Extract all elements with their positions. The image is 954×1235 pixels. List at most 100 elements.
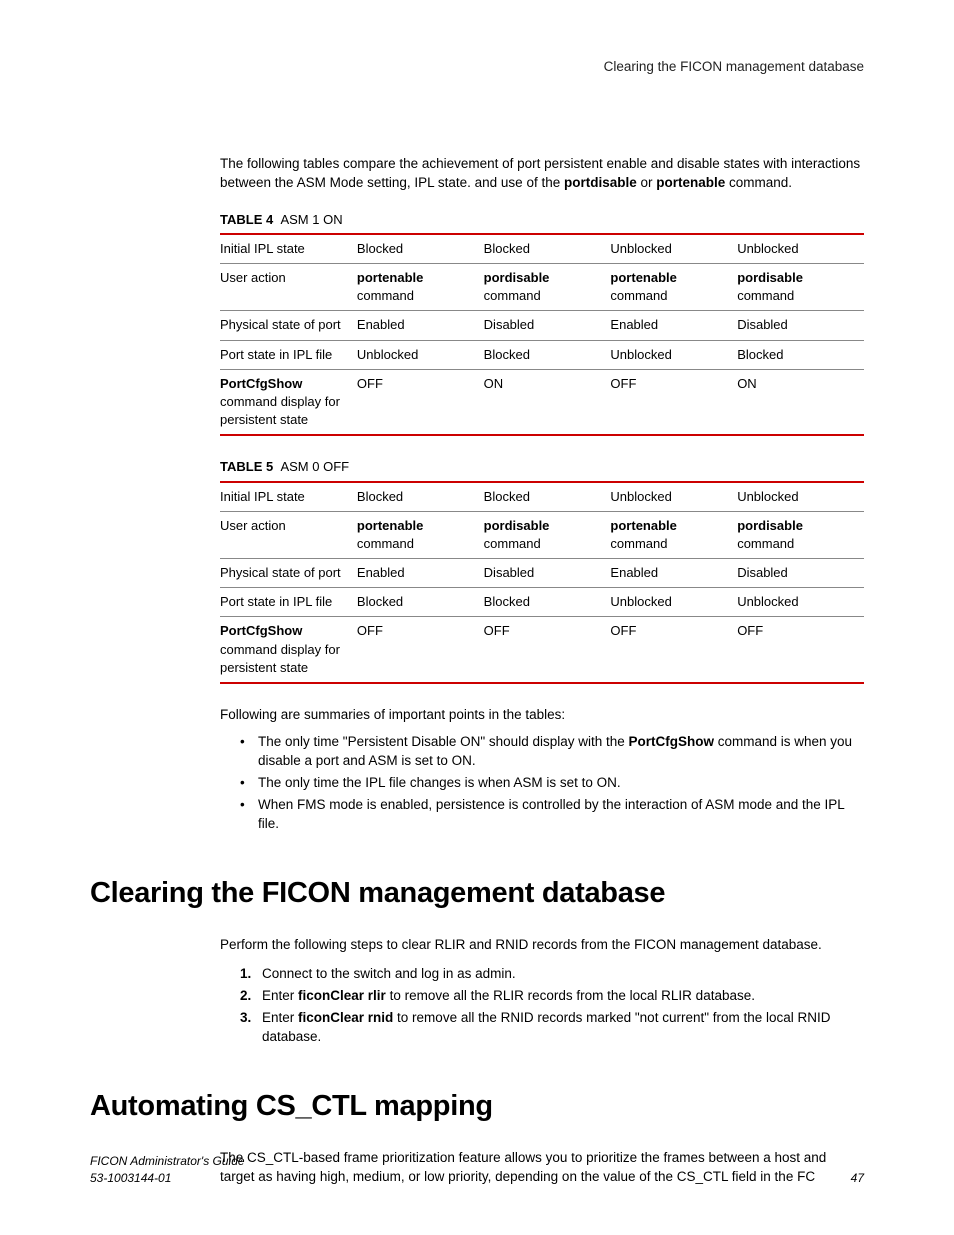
page-footer: FICON Administrator's Guide 53-1003144-0… xyxy=(90,1153,864,1187)
cell: Blocked xyxy=(484,340,611,369)
row-label: Physical state of port xyxy=(220,559,357,588)
cell-sub: command xyxy=(357,288,414,303)
cell: Blocked xyxy=(357,482,484,512)
list-item: Connect to the switch and log in as admi… xyxy=(240,965,864,984)
table-row: Initial IPL state Blocked Blocked Unbloc… xyxy=(220,234,864,264)
cell-sub: command xyxy=(484,288,541,303)
cell: OFF xyxy=(357,617,484,683)
cell-sub: command xyxy=(357,536,414,551)
table-row: User action portenable command pordisable… xyxy=(220,264,864,311)
cell-bold: portenable xyxy=(610,270,676,285)
table5: Initial IPL state Blocked Blocked Unbloc… xyxy=(220,481,864,685)
cell: ON xyxy=(737,369,864,435)
summary-lead: Following are summaries of important poi… xyxy=(220,706,864,725)
row-label-sub: command display for persistent state xyxy=(220,394,340,427)
intro-cmd-portenable: portenable xyxy=(656,175,725,190)
cell: portenable command xyxy=(610,511,737,558)
cell-bold: portenable xyxy=(610,518,676,533)
cell: Blocked xyxy=(357,234,484,264)
row-label: User action xyxy=(220,264,357,311)
list-item: The only time "Persistent Disable ON" sh… xyxy=(240,733,864,771)
row-label-sub: command display for persistent state xyxy=(220,642,340,675)
cell: Disabled xyxy=(484,559,611,588)
text-bold: PortCfgShow xyxy=(629,734,715,749)
cell: Disabled xyxy=(484,311,611,340)
cell-sub: command xyxy=(737,536,794,551)
cell: Unblocked xyxy=(737,234,864,264)
text: Connect to the switch and log in as admi… xyxy=(262,966,516,981)
table4-label: TABLE 4 xyxy=(220,212,273,227)
cell: OFF xyxy=(610,369,737,435)
running-header: Clearing the FICON management database xyxy=(90,58,864,77)
text: The only time "Persistent Disable ON" sh… xyxy=(258,734,629,749)
text-bold: ficonClear rnid xyxy=(298,1010,393,1025)
footer-page-number: 47 xyxy=(851,1170,864,1187)
cell: Unblocked xyxy=(610,340,737,369)
section1-para: Perform the following steps to clear RLI… xyxy=(220,936,864,955)
cell: Disabled xyxy=(737,311,864,340)
cell: Unblocked xyxy=(737,482,864,512)
cell: Unblocked xyxy=(610,234,737,264)
cell: pordisablecommand xyxy=(737,264,864,311)
intro-cmd-portdisable: portdisable xyxy=(564,175,637,190)
cell: Blocked xyxy=(737,340,864,369)
table-row: PortCfgShow command display for persisten… xyxy=(220,369,864,435)
cell: OFF xyxy=(357,369,484,435)
cell: Enabled xyxy=(357,311,484,340)
cell: pordisablecommand xyxy=(484,511,611,558)
cell-bold: pordisable xyxy=(484,518,550,533)
table-row: Physical state of port Enabled Disabled … xyxy=(220,311,864,340)
footer-docnum: 53-1003144-01 xyxy=(90,1170,245,1187)
cell: ON xyxy=(484,369,611,435)
row-label: PortCfgShow command display for persisten… xyxy=(220,369,357,435)
text: Enter xyxy=(262,988,298,1003)
text: When FMS mode is enabled, persistence is… xyxy=(258,797,844,831)
table-row: Port state in IPL file Unblocked Blocked… xyxy=(220,340,864,369)
cell: Blocked xyxy=(357,588,484,617)
text: Enter xyxy=(262,1010,298,1025)
intro-or: or xyxy=(637,175,657,190)
cell: pordisablecommand xyxy=(737,511,864,558)
cell: portenable command xyxy=(357,264,484,311)
row-label: Port state in IPL file xyxy=(220,340,357,369)
cell-bold: portenable xyxy=(357,518,423,533)
row-label: Initial IPL state xyxy=(220,482,357,512)
cell-sub: command xyxy=(610,536,667,551)
table4: Initial IPL state Blocked Blocked Unbloc… xyxy=(220,233,864,437)
cell: Disabled xyxy=(737,559,864,588)
list-item: When FMS mode is enabled, persistence is… xyxy=(240,796,864,834)
row-label-bold: PortCfgShow xyxy=(220,376,302,391)
section1-steps: Connect to the switch and log in as admi… xyxy=(220,965,864,1047)
list-item: Enter ficonClear rnid to remove all the … xyxy=(240,1009,864,1047)
cell-sub: command xyxy=(610,288,667,303)
cell: Enabled xyxy=(610,311,737,340)
cell: OFF xyxy=(484,617,611,683)
table5-title: ASM 0 OFF xyxy=(280,459,349,474)
list-item: The only time the IPL file changes is wh… xyxy=(240,774,864,793)
heading-automating-csctl: Automating CS_CTL mapping xyxy=(90,1086,864,1127)
table5-label: TABLE 5 xyxy=(220,459,273,474)
cell: Blocked xyxy=(484,234,611,264)
cell: Enabled xyxy=(610,559,737,588)
table4-title: ASM 1 ON xyxy=(280,212,342,227)
row-label: Physical state of port xyxy=(220,311,357,340)
heading-clearing-ficon: Clearing the FICON management database xyxy=(90,873,864,914)
table4-caption: TABLE 4 ASM 1 ON xyxy=(220,211,864,229)
table-row: Port state in IPL file Blocked Blocked U… xyxy=(220,588,864,617)
table-row: Initial IPL state Blocked Blocked Unbloc… xyxy=(220,482,864,512)
footer-title: FICON Administrator's Guide xyxy=(90,1153,245,1170)
cell-bold: pordisable xyxy=(737,270,803,285)
cell: portenable command xyxy=(357,511,484,558)
cell: pordisablecommand xyxy=(484,264,611,311)
cell: Blocked xyxy=(484,482,611,512)
text: to remove all the RLIR records from the … xyxy=(386,988,755,1003)
table-row: PortCfgShow command display for persisten… xyxy=(220,617,864,683)
table-row: Physical state of port Enabled Disabled … xyxy=(220,559,864,588)
row-label-bold: PortCfgShow xyxy=(220,623,302,638)
row-label: Initial IPL state xyxy=(220,234,357,264)
cell: OFF xyxy=(737,617,864,683)
cell-bold: portenable xyxy=(357,270,423,285)
cell: portenable command xyxy=(610,264,737,311)
intro-post: command. xyxy=(725,175,792,190)
row-label: User action xyxy=(220,511,357,558)
